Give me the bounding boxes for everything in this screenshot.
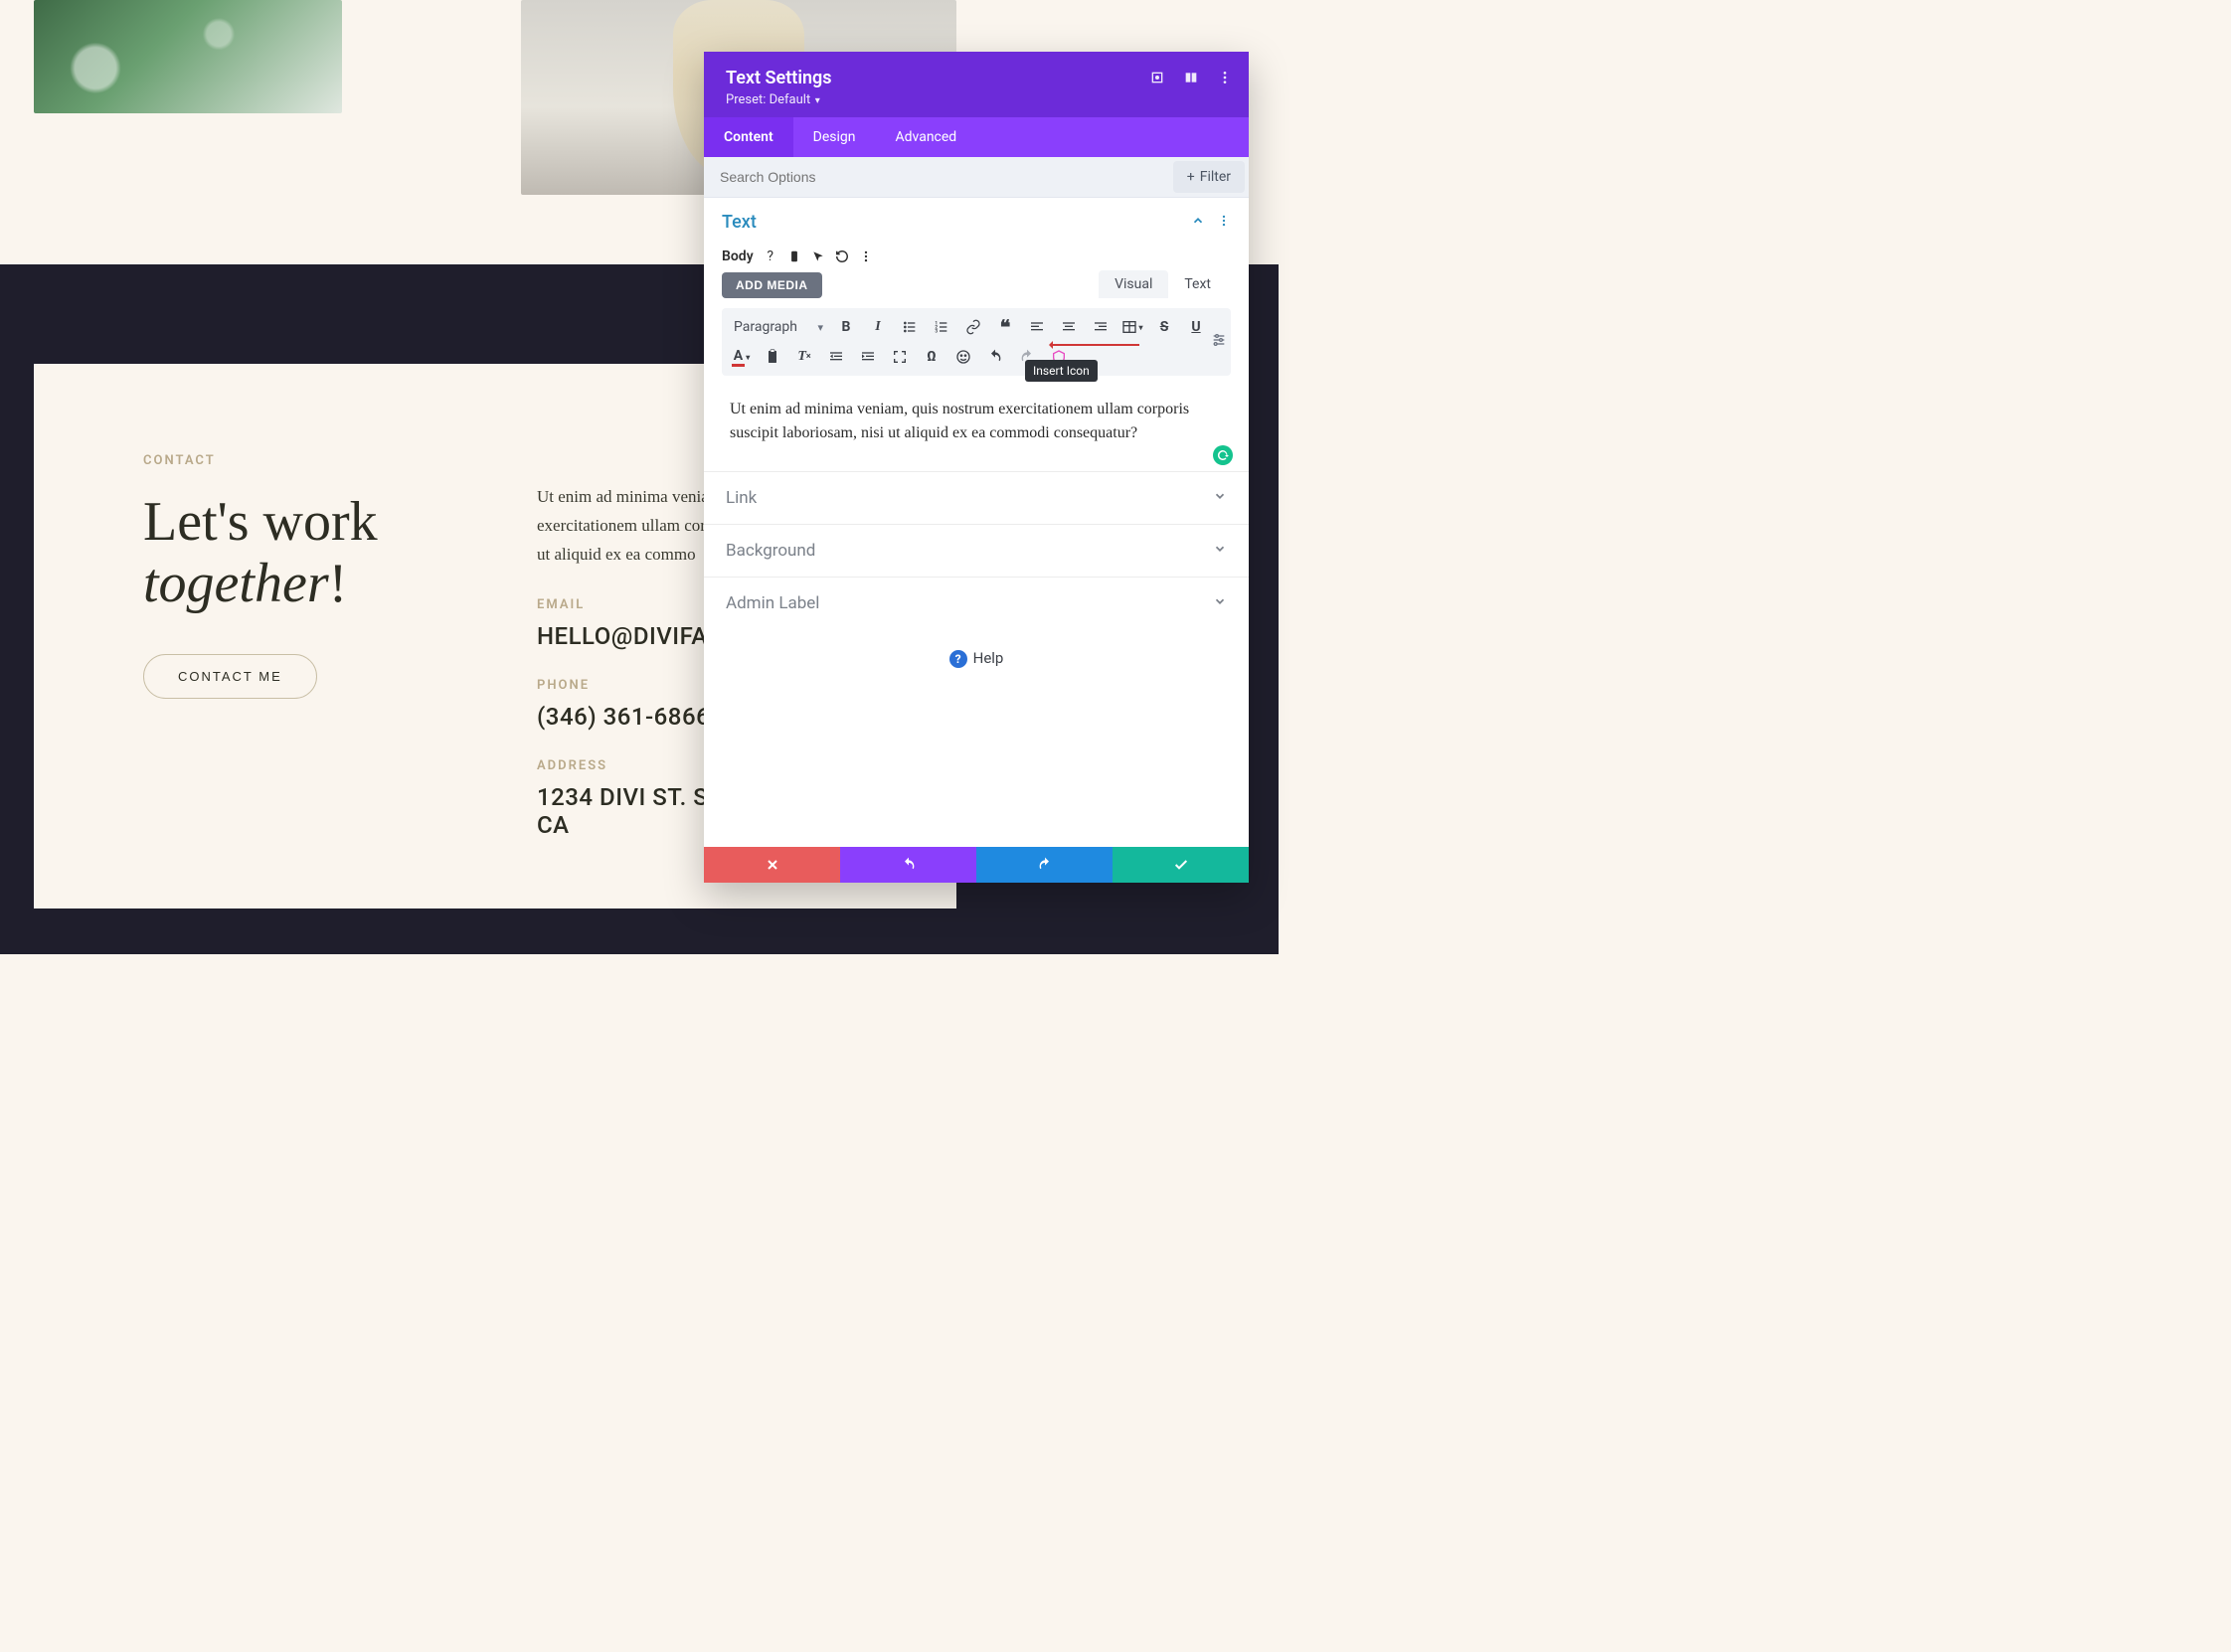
columns-icon[interactable] — [1183, 70, 1199, 85]
emoji-icon[interactable] — [952, 346, 974, 368]
paragraph-select[interactable]: Paragraph — [730, 317, 825, 337]
fullscreen-icon[interactable] — [889, 346, 911, 368]
section-text-header[interactable]: Text — [704, 198, 1249, 239]
preset-select[interactable]: Preset: Default ▾ — [726, 92, 1227, 107]
search-bar: + Filter — [704, 157, 1249, 198]
outdent-icon[interactable] — [825, 346, 847, 368]
contact-me-button[interactable]: CONTACT ME — [143, 654, 317, 699]
save-button[interactable] — [1113, 847, 1249, 883]
rich-text-toolbar: Paragraph B I 123 ❝ ▾ S U A▾ T× — [722, 308, 1231, 376]
heading-line2-tail: ! — [329, 553, 348, 614]
tab-content[interactable]: Content — [704, 117, 793, 157]
special-char-icon[interactable]: Ω — [921, 346, 943, 368]
chevron-up-icon[interactable] — [1191, 213, 1205, 232]
bold-icon[interactable]: B — [835, 316, 857, 338]
more-vert-icon[interactable] — [1217, 70, 1233, 85]
link-icon[interactable] — [962, 316, 984, 338]
help-link[interactable]: ?Help — [704, 629, 1249, 688]
toolbar-settings-icon[interactable] — [1211, 332, 1227, 352]
hero-image-left — [34, 0, 342, 113]
clear-format-icon[interactable]: T× — [793, 346, 815, 368]
italic-icon[interactable]: I — [867, 316, 889, 338]
align-right-icon[interactable] — [1090, 316, 1112, 338]
quote-icon[interactable]: ❝ — [994, 316, 1016, 338]
text-color-icon[interactable]: A▾ — [730, 346, 752, 368]
chevron-down-icon: ▾ — [812, 95, 820, 106]
table-icon[interactable]: ▾ — [1121, 316, 1143, 338]
panel-header[interactable]: Text Settings Preset: Default ▾ — [704, 52, 1249, 117]
reset-icon[interactable] — [835, 249, 849, 263]
strike-icon[interactable]: S — [1153, 316, 1175, 338]
undo-icon[interactable] — [984, 346, 1006, 368]
cancel-button[interactable] — [704, 847, 840, 883]
panel-footer — [704, 847, 1249, 883]
editor-tab-text[interactable]: Text — [1168, 270, 1227, 298]
plus-icon: + — [1187, 169, 1195, 185]
section-background[interactable]: Background — [704, 524, 1249, 577]
body-label: Body — [722, 248, 754, 264]
chevron-down-icon — [1213, 593, 1227, 613]
underline-icon[interactable]: U — [1185, 316, 1207, 338]
number-list-icon[interactable]: 123 — [931, 316, 952, 338]
grammarly-icon[interactable] — [1213, 445, 1233, 465]
redo-button[interactable] — [976, 847, 1113, 883]
paste-text-icon[interactable] — [762, 346, 783, 368]
body-text-editor[interactable]: Ut enim ad minima veniam, quis nostrum e… — [722, 382, 1231, 471]
section-link[interactable]: Link — [704, 471, 1249, 524]
search-input[interactable] — [704, 157, 1169, 197]
annotation-arrow — [1052, 344, 1139, 346]
editor-tab-visual[interactable]: Visual — [1099, 270, 1168, 298]
help-icon[interactable]: ? — [764, 249, 777, 263]
expand-icon[interactable] — [1149, 70, 1165, 85]
mobile-icon[interactable] — [787, 249, 801, 263]
body-field-row: Body ? — [704, 239, 1249, 268]
more-vert-icon[interactable] — [1217, 213, 1231, 232]
chevron-down-icon — [1213, 541, 1227, 561]
svg-text:3: 3 — [935, 328, 938, 334]
indent-icon[interactable] — [857, 346, 879, 368]
tab-advanced[interactable]: Advanced — [876, 117, 977, 157]
section-text-title: Text — [722, 212, 757, 233]
panel-tabs: Content Design Advanced — [704, 117, 1249, 157]
tab-design[interactable]: Design — [793, 117, 876, 157]
undo-button[interactable] — [840, 847, 976, 883]
more-vert-icon[interactable] — [859, 249, 873, 263]
bullet-list-icon[interactable] — [899, 316, 921, 338]
section-admin-label[interactable]: Admin Label — [704, 577, 1249, 629]
filter-button[interactable]: + Filter — [1173, 161, 1245, 193]
text-settings-panel: Text Settings Preset: Default ▾ Content … — [704, 52, 1249, 883]
hover-icon[interactable] — [811, 249, 825, 263]
align-center-icon[interactable] — [1058, 316, 1080, 338]
align-left-icon[interactable] — [1026, 316, 1048, 338]
heading-line2-em: together — [143, 553, 329, 614]
add-media-button[interactable]: ADD MEDIA — [722, 272, 822, 298]
heading-line1: Let's work — [143, 491, 378, 553]
insert-icon-tooltip: Insert Icon — [1025, 360, 1098, 382]
chevron-down-icon — [1213, 488, 1227, 508]
help-icon: ? — [949, 650, 967, 668]
